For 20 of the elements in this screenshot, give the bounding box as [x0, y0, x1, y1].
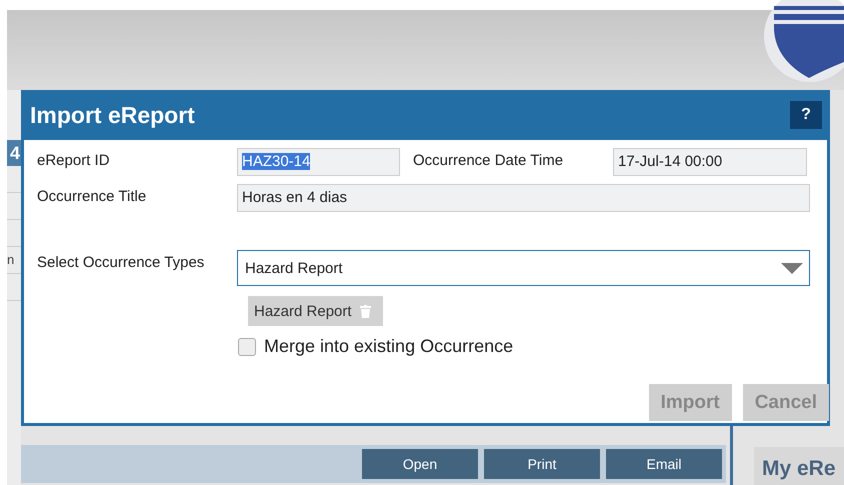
title-field[interactable]: Horas en 4 dias [237, 184, 810, 212]
dialog-title: Import eReport [30, 102, 195, 128]
merge-checkbox[interactable] [238, 338, 256, 356]
caret-icon [781, 262, 803, 274]
toolbar-button[interactable]: Print [484, 449, 600, 479]
date-time-field[interactable]: 17-Jul-14 00:00 [613, 148, 807, 176]
field-label: eReport ID [37, 151, 111, 169]
tag-label: Hazard Report [254, 302, 352, 320]
occurrence-type-dropdown[interactable]: Hazard Report [237, 250, 810, 286]
help-button[interactable]: ? [790, 101, 822, 129]
field-label: Occurrence Date Time [413, 151, 564, 169]
report-id-field[interactable]: HAZ30-14 [237, 148, 400, 176]
checkbox-label: Merge into existing Occurrence [264, 336, 514, 357]
field-label: Occurrence Title [37, 187, 148, 205]
field-label: Select Occurrence Types [37, 253, 206, 271]
toolbar-button[interactable]: Email [606, 449, 722, 479]
trash-icon[interactable] [360, 304, 371, 318]
toolbar-button[interactable]: Open [362, 449, 478, 479]
tab-fragment[interactable]: 4 [7, 140, 21, 166]
panel-header: My eRe [754, 447, 844, 485]
